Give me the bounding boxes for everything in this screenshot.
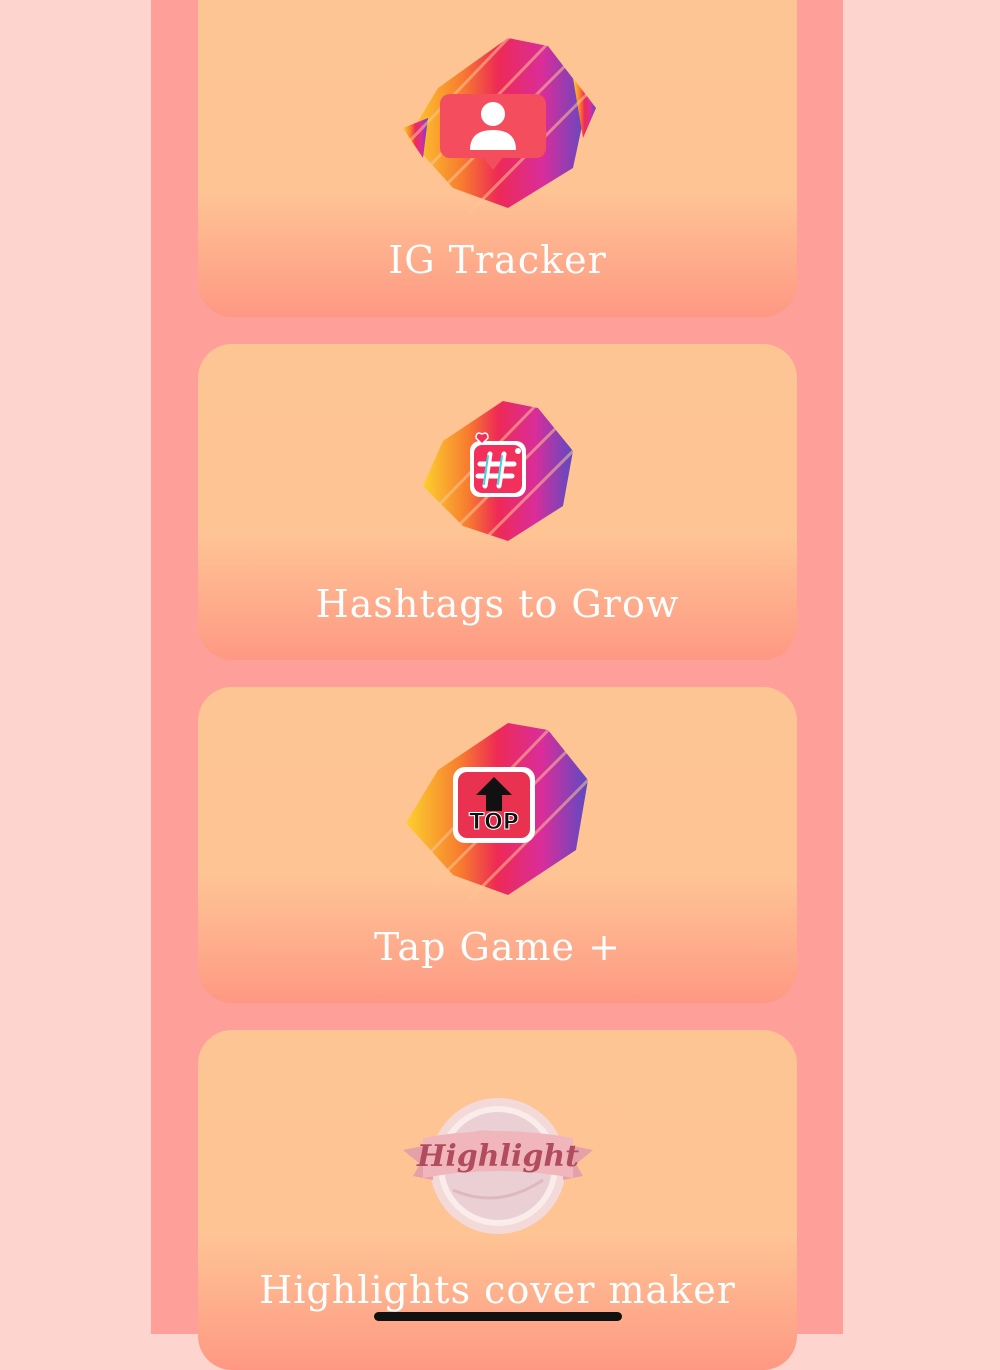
home-indicator [374,1312,622,1321]
card-label-ig-tracker: IG Tracker [388,238,607,282]
top-icon-text: TOP [469,810,519,835]
highlight-icon-text: Highlight [416,1139,579,1174]
card-label-highlights: Highlights cover maker [259,1268,736,1312]
hashtags-card[interactable]: Hashtags to Grow [198,344,797,660]
highlight-badge-icon: Highlight [402,1098,593,1234]
user-profile-bubble-icon [401,28,598,214]
feature-list: IG Tracker Hashtags to Grow TOP Tap Game… [151,0,843,1370]
hashtag-icon [422,396,578,546]
ig-tracker-card[interactable]: IG Tracker [198,0,797,317]
tap-game-card[interactable]: TOP Tap Game + [198,687,797,1003]
card-label-tap-game: Tap Game + [374,925,621,969]
card-label-hashtags: Hashtags to Grow [315,582,680,626]
top-arrow-icon: TOP [405,718,598,901]
